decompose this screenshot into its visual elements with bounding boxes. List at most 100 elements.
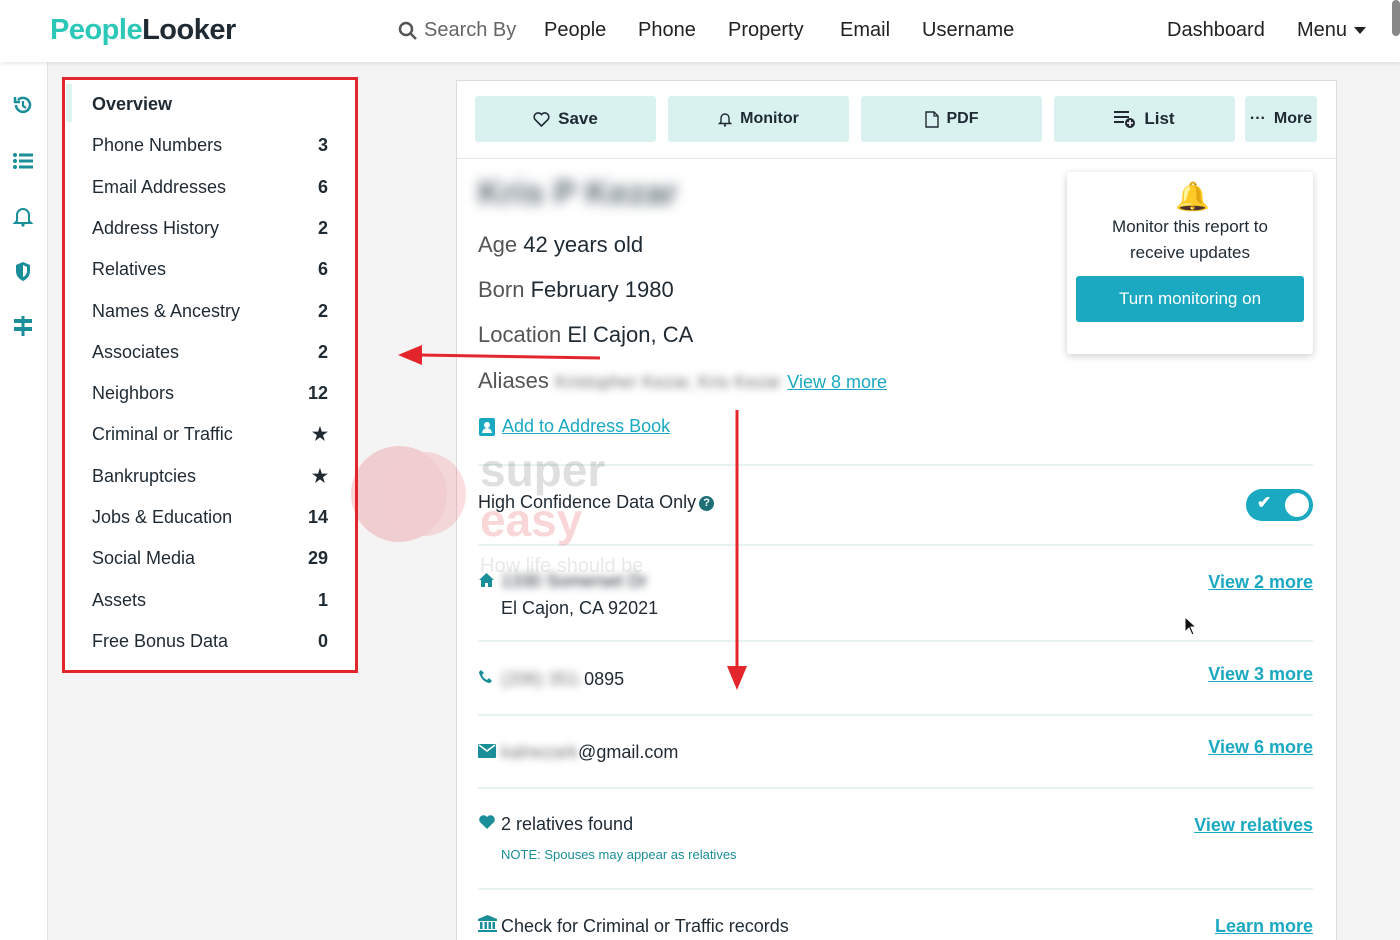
list-add-icon: [1114, 111, 1136, 128]
bell-icon[interactable]: [12, 205, 34, 227]
report-toolbar: Save Monitor PDF List ··· More: [457, 81, 1336, 159]
menu-dropdown[interactable]: Menu: [1297, 19, 1367, 42]
learn-more-link[interactable]: Learn more: [1215, 916, 1313, 937]
star-icon: ★: [311, 424, 328, 445]
envelope-icon: [478, 744, 496, 758]
peoplelooker-logo[interactable]: PeopleLooker: [50, 14, 236, 47]
help-icon[interactable]: ?: [699, 495, 715, 511]
relatives-note: NOTE: Spouses may appear as relatives: [501, 847, 737, 862]
born-field: Born February 1980: [478, 277, 674, 302]
sidebar-item-count: 0: [317, 630, 328, 651]
divider: [478, 714, 1313, 716]
address-book-icon: [479, 417, 495, 436]
nav-email[interactable]: Email: [840, 19, 890, 42]
more-button[interactable]: ··· More: [1245, 96, 1317, 142]
sidebar-item-relatives[interactable]: Relatives 6: [92, 259, 328, 280]
bell-outline-icon: [718, 113, 733, 127]
pdf-button[interactable]: PDF: [861, 96, 1042, 142]
sidebar-item-count: 12: [307, 383, 328, 404]
person-name: Kris P Kezar: [478, 174, 678, 212]
signpost-icon[interactable]: [12, 315, 34, 337]
sidebar-item-overview[interactable]: Overview: [92, 94, 328, 115]
sidebar-item-label: Names & Ancestry: [92, 300, 241, 321]
sidebar-item-jobs-education[interactable]: Jobs & Education 14: [92, 507, 328, 528]
location-field: Location El Cajon, CA: [478, 322, 694, 347]
view-more-aliases-link[interactable]: View 8 more: [787, 372, 887, 392]
relatives-found: 2 relatives found: [501, 814, 634, 834]
divider: [478, 888, 1313, 890]
sidebar-item-count: 6: [317, 176, 328, 197]
icon-rail: [0, 62, 48, 940]
bell-icon: 🔔: [1175, 181, 1210, 212]
sidebar-item-bankruptcies[interactable]: Bankruptcies ★: [92, 466, 328, 487]
star-icon: ★: [311, 465, 328, 486]
heart-icon: [479, 815, 495, 829]
sidebar-item-email-addresses[interactable]: Email Addresses 6: [92, 177, 328, 198]
view-more-addresses-link[interactable]: View 2 more: [1208, 572, 1313, 593]
sidebar-item-count: 2: [317, 341, 328, 362]
list-button[interactable]: List: [1054, 96, 1235, 142]
sidebar-item-label: Jobs & Education: [92, 507, 233, 527]
pdf-file-icon: [924, 110, 939, 128]
sidebar-item-label: Associates: [92, 341, 180, 362]
sidebar-item-address-history[interactable]: Address History 2: [92, 218, 328, 239]
sidebar-item-criminal-or-traffic[interactable]: Criminal or Traffic ★: [92, 424, 328, 445]
top-navigation-bar: PeopleLooker Search By People Phone Prop…: [0, 0, 1400, 62]
sidebar-item-label: Criminal or Traffic: [92, 424, 233, 445]
sidebar-item-label: Phone Numbers: [92, 135, 223, 156]
toggle-knob: [1285, 493, 1309, 517]
nav-dashboard[interactable]: Dashboard: [1167, 19, 1265, 42]
home-icon: [479, 573, 494, 587]
nav-username[interactable]: Username: [922, 19, 1014, 42]
nav-people[interactable]: People: [544, 19, 606, 42]
sidebar-item-label: Assets: [92, 589, 147, 610]
scrollbar-thumb[interactable]: [1392, 0, 1400, 36]
shield-icon[interactable]: [12, 260, 34, 282]
turn-monitoring-on-button[interactable]: Turn monitoring on: [1076, 276, 1304, 322]
sidebar-item-neighbors[interactable]: Neighbors 12: [92, 383, 328, 404]
ellipsis-icon: ···: [1249, 110, 1266, 127]
sidebar-item-label: Free Bonus Data: [92, 630, 229, 651]
sidebar-item-phone-numbers[interactable]: Phone Numbers 3: [92, 135, 328, 156]
sidebar-item-associates[interactable]: Associates 2: [92, 342, 328, 363]
mouse-cursor-icon: [1184, 616, 1198, 636]
view-more-emails-link[interactable]: View 6 more: [1208, 737, 1313, 758]
sidebar-item-names-ancestry[interactable]: Names & Ancestry 2: [92, 301, 328, 322]
monitor-button[interactable]: Monitor: [668, 96, 849, 142]
sidebar-item-label: Bankruptcies: [92, 465, 197, 486]
high-confidence-label: High Confidence Data Only?: [478, 492, 715, 513]
active-indicator: [66, 84, 72, 122]
criminal-check-text: Check for Criminal or Traffic records: [501, 916, 789, 936]
view-relatives-link[interactable]: View relatives: [1194, 815, 1313, 836]
divider: [478, 464, 1313, 466]
sidebar-item-label: Relatives: [92, 259, 167, 280]
sidebar-item-assets[interactable]: Assets 1: [92, 590, 328, 611]
sidebar-item-count: 1: [317, 589, 328, 610]
high-confidence-toggle[interactable]: ✔: [1246, 489, 1313, 521]
divider: [478, 640, 1313, 642]
nav-phone[interactable]: Phone: [638, 19, 696, 42]
monitor-promo-box: 🔔 Monitor this report to receive updates…: [1067, 172, 1313, 354]
search-by-label: Search By: [398, 19, 516, 42]
sidebar-item-free-bonus-data[interactable]: Free Bonus Data 0: [92, 631, 328, 652]
sidebar-item-label: Overview: [92, 94, 173, 114]
courthouse-icon: [478, 915, 497, 932]
nav-property[interactable]: Property: [728, 19, 804, 42]
phone-icon: [479, 670, 492, 683]
sidebar-item-count: 29: [307, 548, 328, 569]
sidebar-item-social-media[interactable]: Social Media 29: [92, 548, 328, 569]
sidebar-item-label: Social Media: [92, 548, 196, 569]
address-city: El Cajon, CA 92021: [501, 598, 659, 618]
email-address: kalnezark@gmail.com: [501, 742, 679, 762]
check-icon: ✔: [1257, 493, 1272, 512]
address-street: 1330 Somerset Dr: [501, 571, 648, 591]
history-icon[interactable]: [12, 94, 34, 116]
report-sections-nav: Overview Phone Numbers 3 Email Addresses 6 Ad…: [64, 78, 356, 672]
sidebar-item-count: 2: [317, 300, 328, 321]
add-to-address-book[interactable]: Add to Address Book: [478, 416, 670, 437]
save-button[interactable]: Save: [475, 96, 656, 142]
view-more-phones-link[interactable]: View 3 more: [1208, 664, 1313, 685]
list-icon[interactable]: [12, 150, 34, 172]
sidebar-item-count: 3: [317, 135, 328, 156]
sidebar-item-label: Address History: [92, 217, 220, 238]
